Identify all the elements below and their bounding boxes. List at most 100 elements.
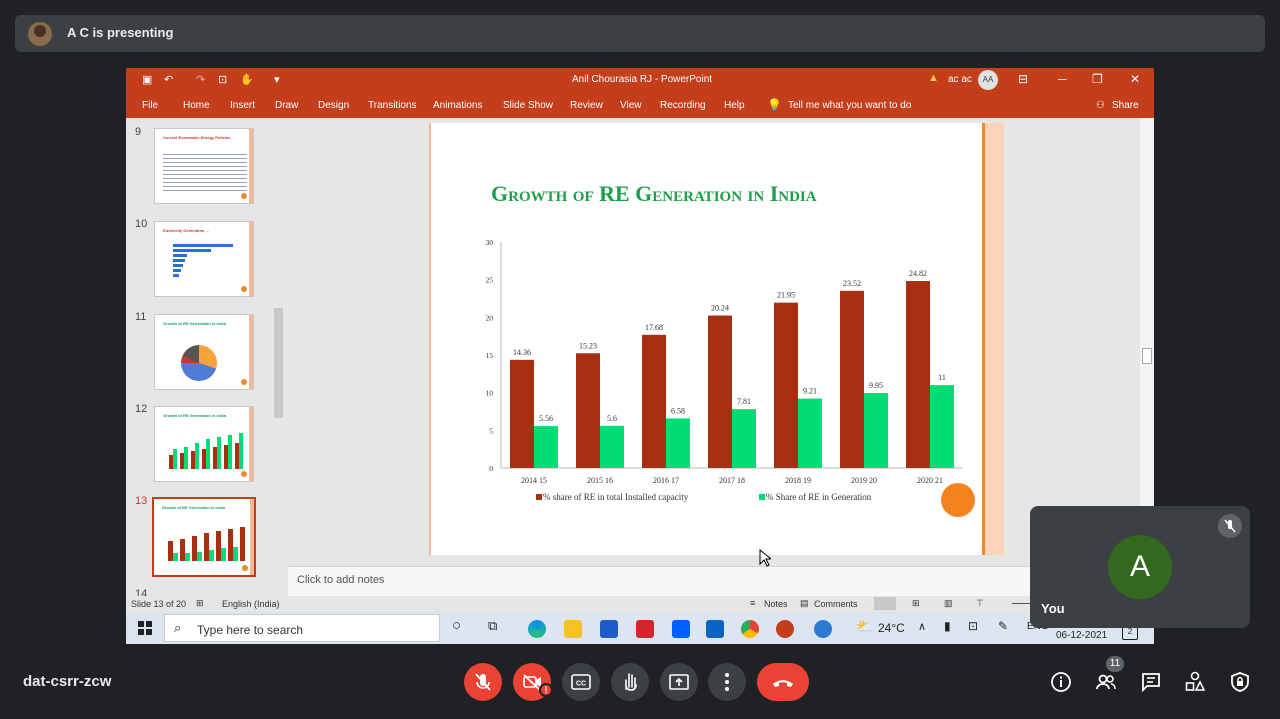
touch-mode-icon[interactable]: ✋ — [240, 73, 254, 86]
present-now-button[interactable] — [660, 663, 698, 701]
tab-design[interactable]: Design — [318, 100, 349, 111]
notification-count[interactable]: 2 — [1122, 626, 1138, 640]
tab-file[interactable]: File — [142, 100, 158, 111]
reading-view-icon[interactable]: ▥ — [944, 598, 953, 609]
customize-toolbar-icon[interactable]: ▾ — [274, 73, 280, 86]
thumb-dot — [241, 193, 247, 199]
chat-button[interactable] — [1139, 670, 1163, 694]
chrome-icon[interactable] — [741, 620, 759, 638]
tab-home[interactable]: Home — [183, 100, 210, 111]
tab-draw[interactable]: Draw — [275, 100, 298, 111]
thumb-dot — [241, 471, 247, 477]
edge-icon[interactable] — [528, 620, 546, 638]
network-tray-icon[interactable]: ⊡ — [968, 619, 978, 633]
captions-button[interactable]: CC — [562, 663, 600, 701]
self-video-tile[interactable]: A You — [1030, 506, 1250, 628]
data-label: 14.36 — [513, 348, 531, 357]
normal-view-icon[interactable] — [874, 597, 896, 610]
tell-me-search[interactable]: Tell me what you want to do — [788, 100, 911, 111]
bar-installed-capacity — [510, 359, 534, 468]
tab-slide-show[interactable]: Slide Show — [503, 100, 553, 111]
more-options-button[interactable] — [708, 663, 746, 701]
file-explorer-icon[interactable] — [564, 620, 582, 638]
save-icon[interactable]: ▣ — [142, 73, 152, 86]
account-name[interactable]: ac ac — [948, 74, 972, 85]
app-red-icon[interactable] — [636, 620, 654, 638]
undo-icon[interactable]: ↶ — [164, 73, 173, 86]
mic-tray-icon[interactable]: ▮ — [944, 619, 951, 633]
tray-chevron-icon[interactable]: ∧ — [918, 620, 926, 633]
tab-help[interactable]: Help — [724, 100, 745, 111]
notes-placeholder: Click to add notes — [297, 574, 385, 586]
weather-temp[interactable]: 24°C — [878, 621, 905, 635]
tab-recording[interactable]: Recording — [660, 100, 706, 111]
ribbon-display-icon[interactable]: ⊟ — [1018, 72, 1028, 86]
cortana-icon[interactable]: ○ — [452, 617, 461, 634]
spellcheck-icon[interactable]: ⊞ — [196, 598, 204, 609]
re-growth-chart[interactable]: 0 5 10 15 20 25 30 14.36 5.56 2014 15 15.23 5.6 2015… — [431, 123, 982, 555]
thumb-bar — [173, 249, 211, 252]
taskbar-search-box[interactable]: ⌕ Type here to search — [164, 614, 440, 642]
slide-counter: Slide 13 of 20 — [131, 599, 187, 609]
share-icon[interactable]: ⚇ — [1096, 100, 1105, 111]
tab-view[interactable]: View — [620, 100, 642, 111]
mouse-cursor-icon — [759, 549, 771, 567]
camera-toggle-button[interactable]: ! — [513, 663, 553, 701]
window-title: Anil Chourasia RJ - PowerPoint — [572, 74, 713, 85]
thumb-bar — [173, 244, 233, 247]
people-button[interactable] — [1094, 670, 1118, 694]
people-icon — [1096, 674, 1116, 690]
slide-thumbnail-9[interactable]: Current Renewable Energy Policies — [154, 128, 254, 204]
notes-button[interactable]: Notes — [764, 599, 788, 609]
meeting-details-button[interactable] — [1049, 670, 1073, 694]
close-icon[interactable]: ✕ — [1130, 72, 1140, 86]
comments-button[interactable]: Comments — [814, 599, 858, 609]
slide-canvas[interactable]: Growth of RE Generation in India 0 5 10 15 2… — [431, 123, 982, 555]
tab-insert[interactable]: Insert — [230, 100, 255, 111]
slide-scrollbar-thumb[interactable] — [1142, 348, 1152, 364]
mail-icon[interactable] — [706, 620, 724, 638]
present-icon[interactable]: ⊡ — [218, 73, 227, 86]
dropbox-icon[interactable] — [672, 620, 690, 638]
slide-thumbnail-12[interactable]: Growth of RE Generation in India — [154, 406, 254, 482]
windows-start-icon[interactable] — [138, 621, 152, 635]
data-label: 21.95 — [777, 291, 795, 300]
thumb-title: Electricity Generation ... — [163, 228, 209, 233]
slide-thumbnail-11[interactable]: Growth of RE Generation in India — [154, 314, 254, 390]
x-tick-label: 2017 18 — [719, 476, 745, 485]
user-avatar[interactable]: AA — [978, 70, 998, 90]
taskbar-date[interactable]: 06-12-2021 — [1056, 630, 1107, 641]
comments-icon[interactable]: ▤ — [800, 598, 809, 609]
zoom-slider[interactable] — [1012, 603, 1032, 604]
maximize-icon[interactable]: ❐ — [1092, 72, 1103, 86]
thumb-strip — [250, 499, 254, 575]
slide-sorter-icon[interactable]: ⊞ — [912, 598, 920, 609]
tab-animations[interactable]: Animations — [433, 100, 482, 111]
bar-generation — [732, 409, 756, 468]
activities-button[interactable] — [1183, 670, 1207, 694]
pen-tray-icon[interactable]: ✎ — [998, 619, 1008, 633]
tab-review[interactable]: Review — [570, 100, 603, 111]
task-view-icon[interactable]: ⧉ — [488, 618, 497, 634]
minimize-icon[interactable]: ─ — [1058, 72, 1067, 86]
data-label: 5.6 — [607, 414, 617, 423]
slide-thumbnail-10[interactable]: Electricity Generation ... — [154, 221, 254, 297]
notes-icon[interactable]: ≡ — [750, 598, 755, 608]
raise-hand-button[interactable] — [611, 663, 649, 701]
slideshow-view-icon[interactable]: ⊤ — [976, 598, 984, 609]
redo-icon[interactable]: ↷ — [196, 73, 205, 86]
store-icon[interactable] — [600, 620, 618, 638]
share-button[interactable]: Share — [1112, 100, 1139, 111]
host-controls-button[interactable] — [1228, 670, 1252, 694]
language-status[interactable]: English (India) — [222, 599, 280, 609]
tab-transitions[interactable]: Transitions — [368, 100, 417, 111]
help-icon[interactable] — [814, 620, 832, 638]
end-call-button[interactable] — [757, 663, 809, 701]
notes-pane[interactable]: Click to add notes — [288, 566, 1140, 596]
thumbnails-scrollbar-thumb[interactable] — [274, 308, 283, 418]
mic-toggle-button[interactable] — [464, 663, 502, 701]
powerpoint-icon[interactable] — [776, 620, 794, 638]
thumb-title: Growth of RE Generation in India — [163, 413, 226, 418]
shield-lock-icon — [1231, 672, 1249, 692]
slide-thumbnail-13[interactable]: Growth of RE Generation in India — [152, 497, 256, 577]
